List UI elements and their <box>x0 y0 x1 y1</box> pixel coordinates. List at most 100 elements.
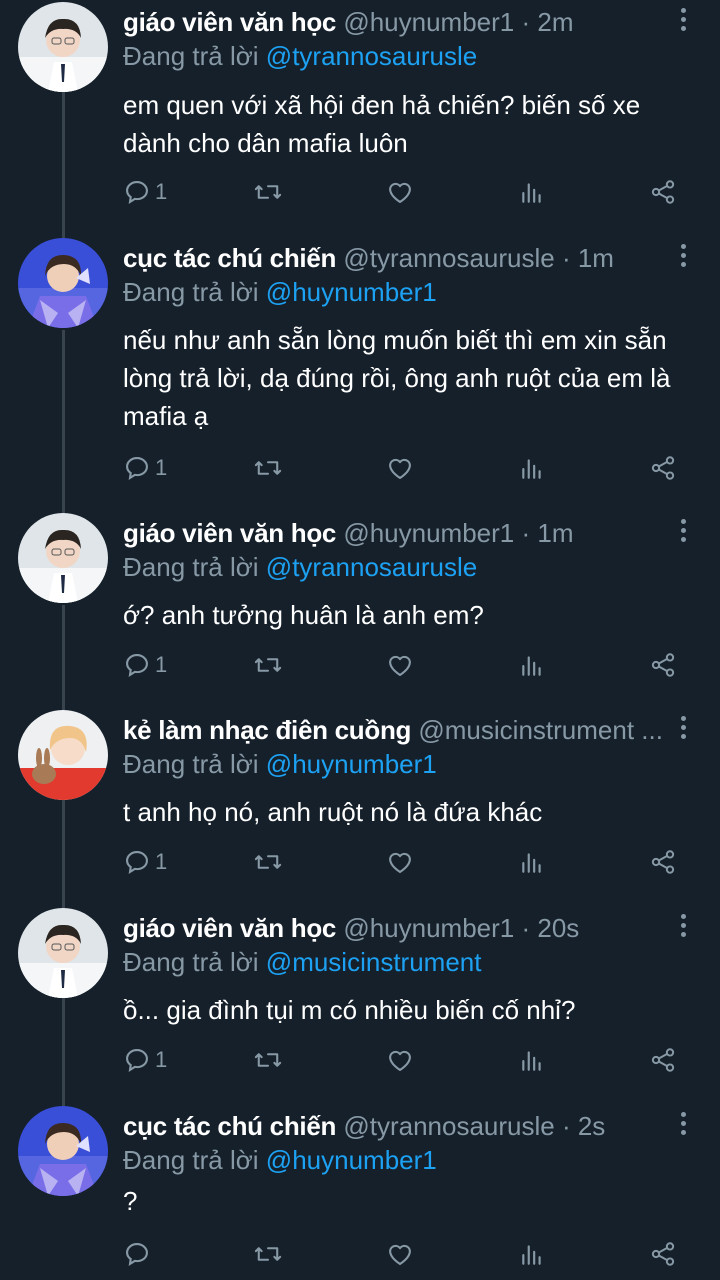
username[interactable]: @musicinstrument ... <box>418 715 663 745</box>
more-icon[interactable] <box>676 519 690 547</box>
tweet-text-line: dành cho dân mafia luôn <box>123 128 408 158</box>
tweet[interactable]: cục tác chú chiến @tyrannosaurusle · 2s … <box>0 1106 720 1280</box>
avatar[interactable] <box>18 513 108 603</box>
username[interactable]: @tyrannosaurusle <box>343 243 554 273</box>
tweet-text-line: lòng trả lời, dạ đúng rồi, ông anh ruột … <box>123 363 671 393</box>
retweet-icon <box>254 855 282 869</box>
share-button[interactable] <box>649 842 677 882</box>
tweet-actions: 1 <box>123 1040 683 1080</box>
like-button[interactable] <box>385 1040 415 1080</box>
tweet-text-line: ớ? anh tưởng huân là anh em? <box>123 600 484 630</box>
reply-icon <box>126 457 148 480</box>
more-icon[interactable] <box>676 716 690 744</box>
retweet-button[interactable] <box>253 172 283 212</box>
analytics-button[interactable] <box>519 172 545 212</box>
share-icon <box>651 180 675 204</box>
timestamp[interactable]: · 1m <box>521 518 573 548</box>
analytics-button[interactable] <box>519 448 545 488</box>
more-icon[interactable] <box>676 914 690 942</box>
analytics-icon <box>522 459 541 479</box>
share-button[interactable] <box>649 1040 677 1080</box>
retweet-button[interactable] <box>253 1040 283 1080</box>
like-icon <box>389 1050 411 1071</box>
tweet[interactable]: kẻ làm nhạc điên cuồng @musicinstrument … <box>0 710 720 898</box>
reply-button[interactable]: 1 <box>123 172 167 212</box>
timestamp[interactable]: · 20s <box>521 913 579 943</box>
username[interactable]: @huynumber1 <box>343 913 514 943</box>
mention-link[interactable]: @huynumber1 <box>266 749 437 779</box>
reply-button[interactable]: 1 <box>123 842 167 882</box>
tweet[interactable]: giáo viên văn học @huynumber1 · 1m Đang … <box>0 513 720 701</box>
share-button[interactable] <box>649 172 677 212</box>
retweet-icon <box>254 1247 282 1261</box>
like-button[interactable] <box>385 1234 415 1274</box>
retweet-button[interactable] <box>253 842 283 882</box>
replying-to-label: Đang trả lời <box>123 1145 259 1175</box>
display-name[interactable]: kẻ làm nhạc điên cuồng <box>123 715 411 745</box>
more-icon[interactable] <box>676 1112 690 1140</box>
mention-link[interactable]: @huynumber1 <box>266 277 437 307</box>
display-name[interactable]: cục tác chú chiến <box>123 243 336 273</box>
reply-count: 1 <box>155 1047 168 1072</box>
reply-count: 1 <box>155 179 168 204</box>
like-button[interactable] <box>385 842 415 882</box>
reply-icon <box>126 1243 148 1266</box>
replying-to-label: Đang trả lời <box>123 749 259 779</box>
tweet-text-line: ồ... gia đình tụi m có nhiều biến cố nhỉ… <box>123 995 576 1025</box>
mention-link[interactable]: @musicinstrument <box>266 947 482 977</box>
username[interactable]: @huynumber1 <box>343 518 514 548</box>
reply-button[interactable]: 1 <box>123 448 167 488</box>
analytics-button[interactable] <box>519 1234 545 1274</box>
avatar[interactable] <box>18 710 108 800</box>
timestamp[interactable]: · 1m <box>562 243 614 273</box>
retweet-button[interactable] <box>253 1234 283 1274</box>
avatar[interactable] <box>18 238 108 328</box>
tweet[interactable]: giáo viên văn học @huynumber1 · 2m Đang … <box>0 2 720 234</box>
reply-button[interactable] <box>123 1234 155 1274</box>
reply-icon <box>126 181 148 204</box>
like-button[interactable] <box>385 645 415 685</box>
tweet-text-line: mafia ạ <box>123 401 209 431</box>
replying-to: Đang trả lời @huynumber1 <box>123 1140 437 1180</box>
retweet-icon <box>254 658 282 672</box>
like-button[interactable] <box>385 172 415 212</box>
tweet[interactable]: cục tác chú chiến @tyrannosaurusle · 1m … <box>0 238 720 506</box>
reply-button[interactable]: 1 <box>123 1040 167 1080</box>
reply-icon <box>126 851 148 874</box>
avatar[interactable] <box>18 1106 108 1196</box>
mention-link[interactable]: @tyrannosaurusle <box>266 552 477 582</box>
avatar[interactable] <box>18 908 108 998</box>
like-button[interactable] <box>385 448 415 488</box>
share-button[interactable] <box>649 645 677 685</box>
timestamp[interactable]: · 2m <box>521 7 573 37</box>
reply-icon <box>126 654 148 677</box>
tweet[interactable]: giáo viên văn học @huynumber1 · 20s Đang… <box>0 908 720 1096</box>
analytics-button[interactable] <box>519 842 545 882</box>
tweet-text-line: t anh họ nó, anh ruột nó là đứa khác <box>123 797 543 827</box>
retweet-icon <box>254 185 282 199</box>
display-name[interactable]: giáo viên văn học <box>123 518 336 548</box>
retweet-button[interactable] <box>253 448 283 488</box>
share-button[interactable] <box>649 448 677 488</box>
reply-count: 1 <box>155 849 168 874</box>
retweet-button[interactable] <box>253 645 283 685</box>
username[interactable]: @tyrannosaurusle <box>343 1111 554 1141</box>
more-icon[interactable] <box>676 244 690 272</box>
timestamp[interactable]: · 2s <box>562 1111 605 1141</box>
more-icon[interactable] <box>676 8 690 36</box>
display-name[interactable]: giáo viên văn học <box>123 913 336 943</box>
username[interactable]: @huynumber1 <box>343 7 514 37</box>
tweet-text: ồ... gia đình tụi m có nhiều biến cố nhỉ… <box>123 991 698 1029</box>
display-name[interactable]: giáo viên văn học <box>123 7 336 37</box>
avatar[interactable] <box>18 2 108 92</box>
replying-to-label: Đang trả lời <box>123 277 259 307</box>
mention-link[interactable]: @huynumber1 <box>266 1145 437 1175</box>
display-name[interactable]: cục tác chú chiến <box>123 1111 336 1141</box>
analytics-icon <box>522 853 541 873</box>
analytics-button[interactable] <box>519 645 545 685</box>
reply-button[interactable]: 1 <box>123 645 167 685</box>
share-button[interactable] <box>649 1234 677 1274</box>
mention-link[interactable]: @tyrannosaurusle <box>266 41 477 71</box>
analytics-button[interactable] <box>519 1040 545 1080</box>
replying-to: Đang trả lời @musicinstrument <box>123 942 481 982</box>
